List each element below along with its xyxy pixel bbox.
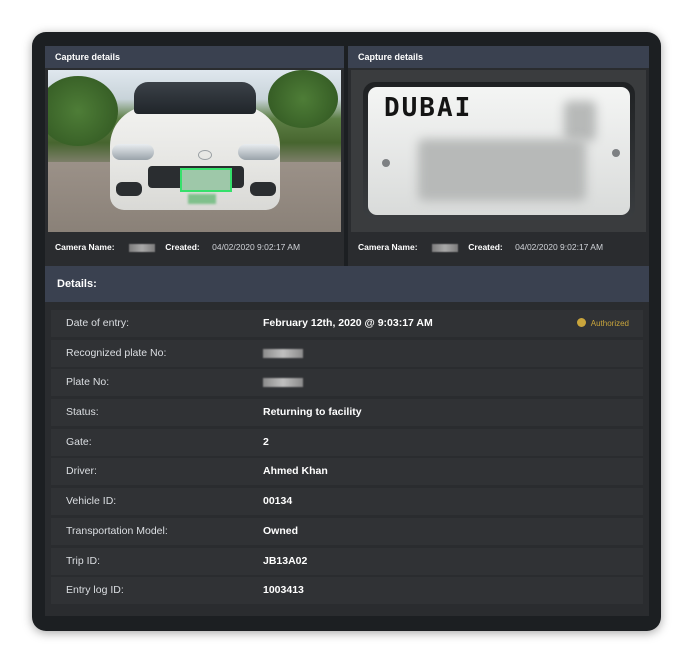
detail-label: Transportation Model: [66,524,168,537]
detail-row-status: Status: Returning to facility [51,399,643,427]
authorized-label: Authorized [590,319,629,328]
detail-value: 1003413 [263,584,304,597]
detail-label: Recognized plate No: [66,346,167,359]
detail-value: Owned [263,524,299,537]
detail-label: Plate No: [66,376,110,389]
camera-name-redacted [128,243,155,252]
detail-row-driver: Driver: Ahmed Khan [51,458,643,486]
detail-value: 00134 [263,495,293,508]
authorized-status: Authorized [576,310,629,337]
detail-value: 2 [263,435,269,448]
detail-label: Entry log ID: [66,584,124,597]
detail-value: Returning to facility [263,406,362,419]
entry-details-window: Capture details Camera Name: Created: 04… [32,32,661,631]
detail-label: Status: [66,406,99,419]
authorized-badge-icon [576,318,586,328]
camera-name-redacted [431,243,458,252]
details-list: Date of entry: February 12th, 2020 @ 9:0… [51,310,643,607]
capture-panel-title: Capture details [45,46,344,68]
detail-value: JB13A02 [263,554,308,567]
created-value: 04/02/2020 9:02:17 AM [212,242,301,252]
vehicle-capture-image[interactable] [48,70,341,232]
detail-row-transportation-model: Transportation Model: Owned [51,517,643,545]
created-value: 04/02/2020 9:02:17 AM [515,242,604,252]
redacted-value [263,378,303,388]
capture-panel-vehicle: Capture details Camera Name: Created: 04… [45,46,344,290]
detail-label: Date of entry: [66,317,130,329]
camera-name-label: Camera Name: [358,242,418,252]
detail-row-recognized-plate: Recognized plate No: [51,339,643,367]
capture-meta: Camera Name: Created: 04/02/2020 9:02:17… [55,242,338,256]
detail-label: Vehicle ID: [66,495,117,508]
detail-value: Ahmed Khan [263,465,328,478]
detail-label: Gate: [66,435,92,448]
detail-label: Driver: [66,465,97,478]
detail-label: Trip ID: [66,554,101,567]
capture-panel-plate: Capture details DUBAI Camera Name: Creat… [348,46,649,290]
detail-row-vehicle-id: Vehicle ID: 00134 [51,488,643,516]
details-panel: Details: Date of entry: February 12th, 2… [45,266,649,616]
detail-row-trip-id: Trip ID: JB13A02 [51,547,643,575]
detail-row-gate: Gate: 2 [51,428,643,456]
created-label: Created: [468,242,503,252]
redacted-value [263,348,303,358]
detail-row-plate-no: Plate No: [51,369,643,397]
capture-meta: Camera Name: Created: 04/02/2020 9:02:17… [358,242,643,256]
detail-value: February 12th, 2020 @ 9:03:17 AM [263,317,433,329]
plate-capture-image[interactable]: DUBAI [351,70,646,232]
detected-plate-highlight [180,168,232,192]
camera-name-label: Camera Name: [55,242,115,252]
capture-panel-title: Capture details [348,46,649,68]
created-label: Created: [165,242,200,252]
plate-emirate-text: DUBAI [384,93,473,123]
detail-row-date-of-entry: Date of entry: February 12th, 2020 @ 9:0… [51,310,643,337]
detail-row-entry-log-id: Entry log ID: 1003413 [51,577,643,605]
details-title: Details: [45,266,649,302]
